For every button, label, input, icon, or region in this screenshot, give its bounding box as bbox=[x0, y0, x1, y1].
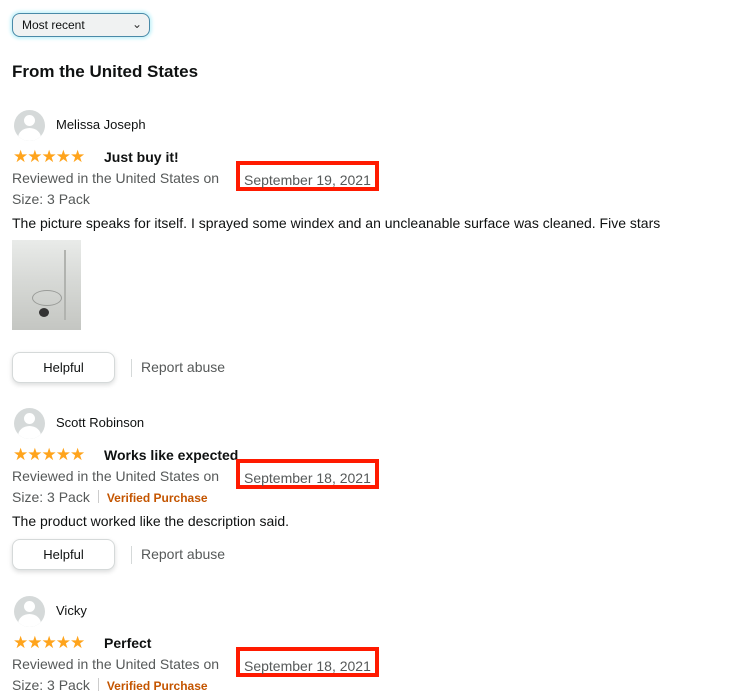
review-meta: Size: 3 Pack bbox=[12, 191, 90, 207]
review-date: September 18, 2021 bbox=[236, 647, 379, 677]
review-body: The product worked like the description … bbox=[12, 513, 290, 529]
verified-purchase-badge: Verified Purchase bbox=[106, 491, 208, 505]
sort-dropdown[interactable]: Most recent ⌄ bbox=[12, 13, 150, 37]
reviewer-name[interactable]: Melissa Joseph bbox=[56, 117, 146, 132]
review-meta: Size: 3 Pack Verified Purchase bbox=[12, 677, 208, 693]
review-body: The picture speaks for itself. I sprayed… bbox=[12, 215, 661, 231]
avatar-icon bbox=[14, 110, 45, 141]
divider bbox=[131, 546, 132, 564]
review-title[interactable]: Perfect bbox=[104, 635, 151, 651]
review-photo[interactable] bbox=[12, 240, 81, 330]
review-date-line: Reviewed in the United States on Septemb… bbox=[12, 647, 379, 677]
avatar-icon bbox=[14, 408, 45, 439]
avatar-icon bbox=[14, 596, 45, 627]
report-abuse-link[interactable]: Report abuse bbox=[141, 359, 225, 375]
review-date-line: Reviewed in the United States on Septemb… bbox=[12, 161, 379, 191]
reviewed-in-label: Reviewed in the United States on bbox=[12, 170, 220, 186]
helpful-button[interactable]: Helpful bbox=[12, 352, 115, 383]
divider bbox=[131, 359, 132, 377]
star-rating-icon[interactable]: ★★★★★ bbox=[13, 634, 85, 651]
size-label: Size: 3 Pack bbox=[12, 191, 90, 207]
star-rating-icon[interactable]: ★★★★★ bbox=[13, 446, 85, 463]
section-title: From the United States bbox=[12, 62, 199, 81]
star-rating-icon[interactable]: ★★★★★ bbox=[13, 148, 85, 165]
reviewed-in-label: Reviewed in the United States on bbox=[12, 468, 220, 484]
review-date: September 19, 2021 bbox=[236, 161, 379, 191]
sort-selected-value: Most recent bbox=[22, 18, 85, 32]
helpful-button[interactable]: Helpful bbox=[12, 539, 115, 570]
review-date-line: Reviewed in the United States on Septemb… bbox=[12, 459, 379, 489]
reviewer-name[interactable]: Vicky bbox=[56, 603, 87, 618]
review-title[interactable]: Just buy it! bbox=[104, 149, 179, 165]
reviewed-in-label: Reviewed in the United States on bbox=[12, 656, 220, 672]
review-date: September 18, 2021 bbox=[236, 459, 379, 489]
report-abuse-link[interactable]: Report abuse bbox=[141, 546, 225, 562]
verified-purchase-badge: Verified Purchase bbox=[106, 679, 208, 693]
size-label: Size: 3 Pack bbox=[12, 489, 90, 505]
review-title[interactable]: Works like expected bbox=[104, 447, 238, 463]
review-meta: Size: 3 Pack Verified Purchase bbox=[12, 489, 208, 505]
chevron-down-icon: ⌄ bbox=[131, 17, 142, 31]
reviewer-name[interactable]: Scott Robinson bbox=[56, 415, 144, 430]
size-label: Size: 3 Pack bbox=[12, 677, 90, 693]
